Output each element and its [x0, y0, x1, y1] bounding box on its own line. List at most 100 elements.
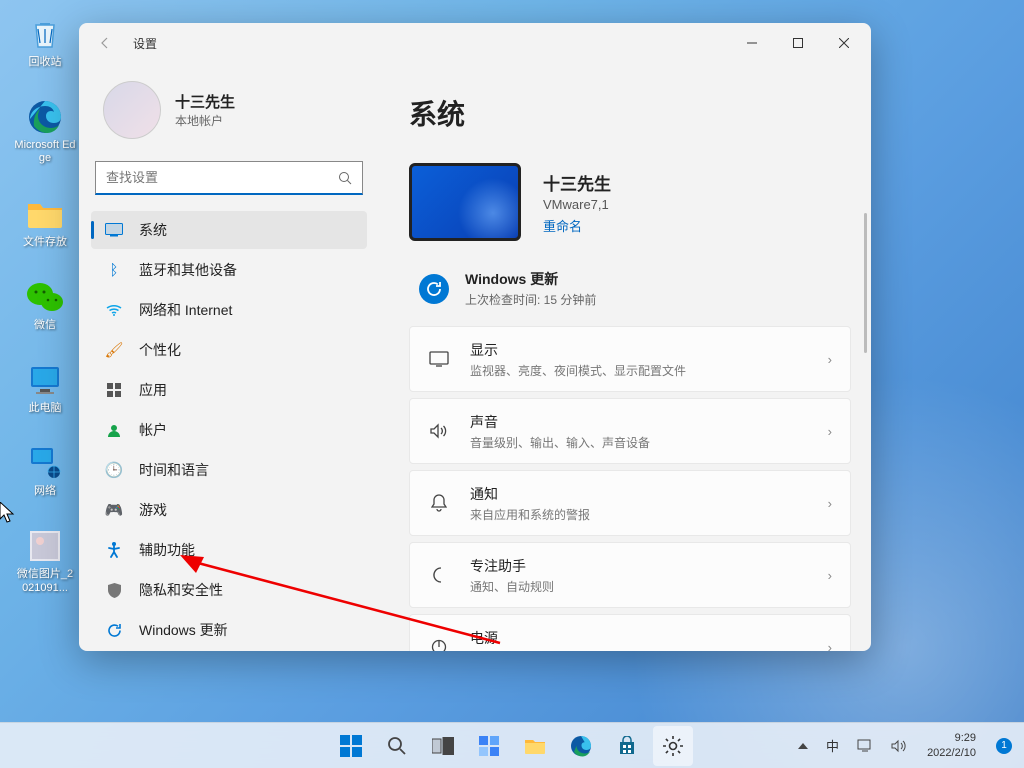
search-settings-box[interactable]: [95, 161, 363, 195]
card-display[interactable]: 显示监视器、亮度、夜间模式、显示配置文件 ›: [409, 326, 851, 392]
card-subtitle: 音量级别、输出、输入、声音设备: [470, 434, 808, 451]
card-title: 显示: [470, 340, 808, 360]
display-icon: [428, 351, 450, 367]
search-icon: [338, 171, 352, 185]
card-title: 电源: [470, 628, 808, 648]
user-account-block[interactable]: 十三先生 本地帐户: [91, 63, 367, 161]
moon-icon: [428, 567, 450, 583]
taskbar-settings[interactable]: [653, 726, 693, 766]
edge-icon: [25, 97, 65, 137]
taskbar-clock[interactable]: 9:29 2022/2/10: [919, 731, 984, 760]
network-icon: [25, 443, 65, 483]
chevron-right-icon: ›: [828, 568, 832, 583]
update-subtitle: 上次检查时间: 15 分钟前: [465, 291, 596, 308]
nav-item-time-language[interactable]: 🕒 时间和语言: [91, 451, 367, 489]
desktop-icon-edge[interactable]: Microsoft Edge: [10, 93, 80, 169]
image-file-icon: [25, 526, 65, 566]
desktop-icon-image-file[interactable]: 微信图片_2021091...: [10, 522, 80, 598]
window-titlebar[interactable]: 设置: [79, 23, 871, 63]
windows-update-status[interactable]: Windows 更新 上次检查时间: 15 分钟前: [409, 263, 851, 326]
nav-item-personalization[interactable]: 🖌 个性化: [91, 331, 367, 369]
card-title: 声音: [470, 412, 808, 432]
bluetooth-icon: ᛒ: [105, 261, 123, 279]
maximize-button[interactable]: [775, 27, 821, 59]
card-sound[interactable]: 声音音量级别、输出、输入、声音设备 ›: [409, 398, 851, 464]
accessibility-icon: [105, 541, 123, 559]
settings-window: 设置 十三先生 本地帐户 系统: [79, 23, 871, 651]
chevron-right-icon: ›: [828, 640, 832, 652]
search-input[interactable]: [106, 170, 338, 185]
tray-notifications[interactable]: 1: [990, 726, 1018, 766]
nav-item-windows-update[interactable]: Windows 更新: [91, 611, 367, 649]
nav-item-network[interactable]: 网络和 Internet: [91, 291, 367, 329]
desktop-icon-this-pc[interactable]: 此电脑: [10, 356, 80, 419]
user-name: 十三先生: [175, 91, 235, 112]
card-subtitle: 通知、自动规则: [470, 578, 808, 595]
taskbar-store[interactable]: [607, 726, 647, 766]
nav-label: 网络和 Internet: [139, 300, 232, 320]
time-icon: 🕒: [105, 461, 123, 479]
card-title: 专注助手: [470, 556, 808, 576]
settings-content: 系统 十三先生 VMware7,1 重命名 Windows 更新 上次检查时间:…: [379, 63, 871, 651]
close-button[interactable]: [821, 27, 867, 59]
clock-time: 9:29: [955, 731, 976, 745]
desktop-icon-folder[interactable]: 文件存放: [10, 190, 80, 253]
scrollbar[interactable]: [864, 213, 867, 353]
wechat-icon: [25, 277, 65, 317]
taskbar-taskview[interactable]: [423, 726, 463, 766]
tray-volume-icon[interactable]: [885, 726, 913, 766]
desktop-icon-recycle-bin[interactable]: 回收站: [10, 10, 80, 73]
taskbar-edge[interactable]: [561, 726, 601, 766]
taskbar-widgets[interactable]: [469, 726, 509, 766]
nav-list: 系统 ᛒ蓝牙和其他设备 网络和 Internet 🖌 个性化 应用 帐户 🕒 时间和…: [91, 211, 367, 649]
start-button[interactable]: [331, 726, 371, 766]
desktop-icon-network[interactable]: 网络: [10, 439, 80, 502]
desktop-icons: 回收站 Microsoft Edge 文件存放 微信 此电脑 网络 微信图片_2…: [10, 10, 80, 599]
taskbar-tray: 中 9:29 2022/2/10 1: [792, 726, 1018, 766]
nav-label: 时间和语言: [139, 460, 209, 480]
device-thumbnail: [409, 163, 521, 241]
page-title: 系统: [409, 93, 851, 133]
recycle-bin-icon: [25, 14, 65, 54]
card-subtitle: 监视器、亮度、夜间模式、显示配置文件: [470, 362, 808, 379]
tray-network-icon[interactable]: [851, 726, 879, 766]
back-button[interactable]: [89, 27, 121, 59]
nav-item-system[interactable]: 系统: [91, 211, 367, 249]
taskbar: 中 9:29 2022/2/10 1: [0, 722, 1024, 768]
taskbar-search[interactable]: [377, 726, 417, 766]
apps-icon: [105, 381, 123, 399]
nav-item-accessibility[interactable]: 辅助功能: [91, 531, 367, 569]
tray-overflow[interactable]: [792, 726, 814, 766]
power-icon: [428, 639, 450, 651]
account-icon: [105, 421, 123, 439]
nav-label: 个性化: [139, 340, 181, 360]
chevron-right-icon: ›: [828, 352, 832, 367]
desktop-icon-wechat[interactable]: 微信: [10, 273, 80, 336]
nav-item-apps[interactable]: 应用: [91, 371, 367, 409]
nav-label: 辅助功能: [139, 540, 195, 560]
update-icon: [105, 621, 123, 639]
taskbar-explorer[interactable]: [515, 726, 555, 766]
shield-icon: [105, 581, 123, 599]
brush-icon: 🖌: [105, 341, 123, 359]
taskbar-center: [331, 726, 693, 766]
device-model: VMware7,1: [543, 197, 611, 212]
user-avatar: [103, 81, 161, 139]
minimize-button[interactable]: [729, 27, 775, 59]
chevron-right-icon: ›: [828, 424, 832, 439]
tray-ime[interactable]: 中: [820, 726, 845, 766]
card-power[interactable]: 电源睡眠、电池使用情况、节电模式›: [409, 614, 851, 651]
clock-date: 2022/2/10: [927, 746, 976, 760]
update-status-icon: [419, 274, 449, 304]
nav-item-gaming[interactable]: 🎮游戏: [91, 491, 367, 529]
nav-item-privacy[interactable]: 隐私和安全性: [91, 571, 367, 609]
user-account-type: 本地帐户: [175, 112, 235, 129]
rename-link[interactable]: 重命名: [543, 216, 611, 235]
nav-label: 帐户: [139, 420, 167, 440]
pc-icon: [25, 360, 65, 400]
nav-item-accounts[interactable]: 帐户: [91, 411, 367, 449]
nav-item-bluetooth[interactable]: ᛒ蓝牙和其他设备: [91, 251, 367, 289]
notification-count: 1: [996, 738, 1012, 754]
card-focus-assist[interactable]: 专注助手通知、自动规则 ›: [409, 542, 851, 608]
card-notifications[interactable]: 通知来自应用和系统的警报›: [409, 470, 851, 536]
